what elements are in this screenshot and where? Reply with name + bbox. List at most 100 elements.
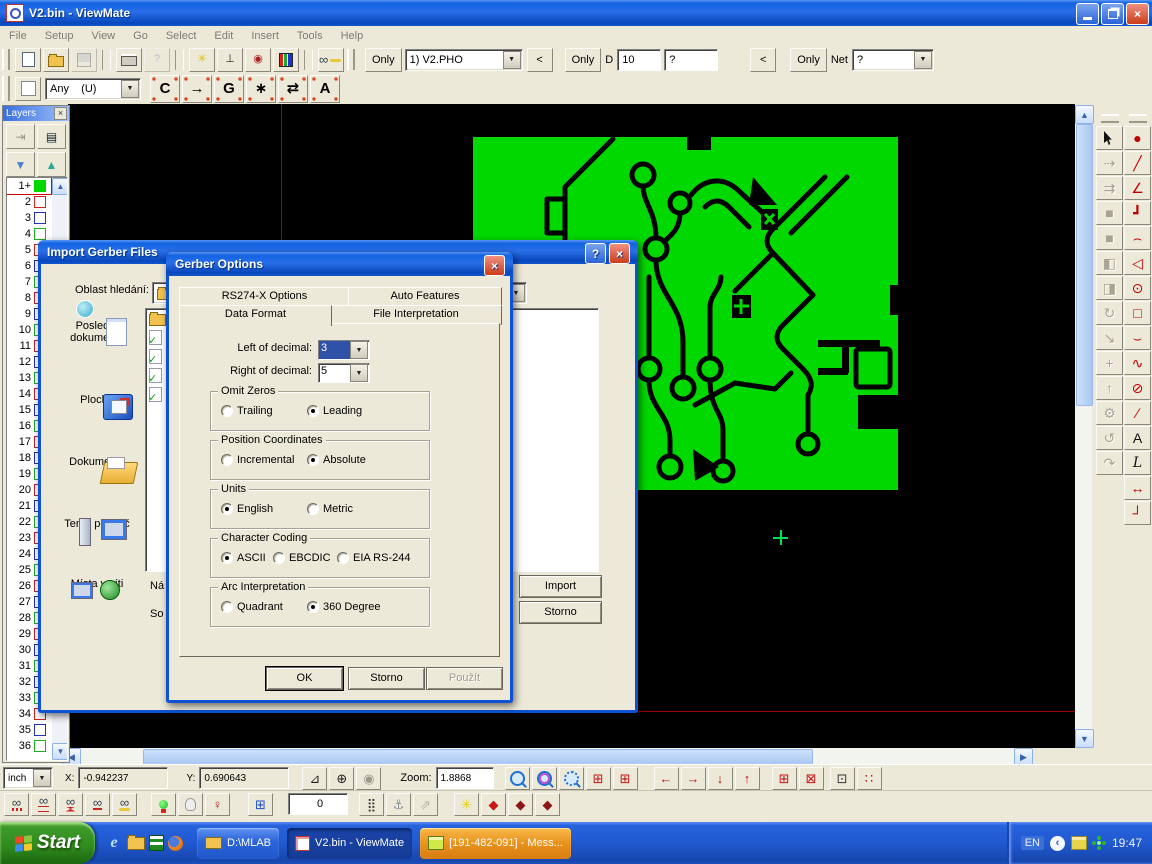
- select-points-icon[interactable]: ∷: [857, 767, 882, 790]
- only-dcode-button[interactable]: Only: [565, 48, 602, 72]
- firefox-icon[interactable]: [168, 836, 183, 851]
- apply-button[interactable]: Použít: [426, 667, 503, 690]
- tab-data-format[interactable]: Data Format: [179, 305, 332, 326]
- scroll-down-icon[interactable]: ▼: [1075, 729, 1094, 748]
- prev-layer-button[interactable]: <: [527, 48, 553, 72]
- dcode-wildcard-input[interactable]: ?: [664, 49, 718, 71]
- pad-select-icon[interactable]: ◆: [535, 793, 560, 816]
- chevron-down-icon[interactable]: ▼: [503, 51, 521, 69]
- pan-up-icon[interactable]: ↑: [735, 767, 760, 790]
- dcode-star-button[interactable]: ∗: [246, 75, 276, 103]
- angle-measure-icon[interactable]: ⊿: [302, 767, 327, 790]
- toolbar-grip[interactable]: [347, 49, 355, 71]
- layer-select-combo[interactable]: 1) V2.PHO▼: [405, 49, 523, 71]
- snap-pad-icon[interactable]: ◉: [245, 48, 271, 72]
- zoom-grid-in-icon[interactable]: ⊞: [772, 767, 797, 790]
- menu-insert[interactable]: Insert: [242, 28, 288, 44]
- layer-color-swatch[interactable]: [34, 740, 46, 752]
- rotate-icon[interactable]: ↻: [1096, 301, 1123, 325]
- selection-dots-icon[interactable]: [15, 77, 41, 101]
- mirror-h-icon[interactable]: ◧: [1096, 251, 1123, 275]
- dialog-close-button[interactable]: ×: [609, 243, 630, 264]
- tray-chevron-icon[interactable]: ‹: [1050, 836, 1065, 851]
- pan-down-icon[interactable]: ↓: [708, 767, 733, 790]
- view-arcs-icon[interactable]: ∞: [85, 793, 110, 816]
- view-lines-icon[interactable]: ∞: [31, 793, 56, 816]
- draw-curve-icon[interactable]: ∿: [1124, 351, 1151, 375]
- draw-label-icon[interactable]: L: [1124, 451, 1151, 475]
- draw-line-icon[interactable]: ╱: [1124, 151, 1151, 175]
- menu-setup[interactable]: Setup: [36, 28, 83, 44]
- help-book-icon[interactable]: [149, 835, 164, 851]
- layer-setup-icon[interactable]: ▤: [37, 124, 66, 149]
- layers-close-icon[interactable]: ×: [54, 107, 67, 120]
- draw-circle-icon[interactable]: ⊙: [1124, 276, 1151, 300]
- only-layer-button[interactable]: Only: [365, 48, 402, 72]
- highlight-on-icon[interactable]: [151, 793, 176, 816]
- dcode-g-button[interactable]: G: [214, 75, 244, 103]
- layer-row-1[interactable]: 1+: [7, 178, 51, 194]
- draw-hook-icon[interactable]: ┘: [1124, 501, 1151, 525]
- draw-text-icon[interactable]: A: [1124, 426, 1151, 450]
- draw-arc-point-icon[interactable]: ⌢: [1124, 226, 1151, 250]
- pan-right-icon[interactable]: →: [681, 767, 706, 790]
- highlight-flash-icon[interactable]: ✳: [189, 48, 215, 72]
- only-net-button[interactable]: Only: [790, 48, 827, 72]
- tab-auto-features[interactable]: Auto Features: [348, 287, 502, 307]
- vector-move-icon[interactable]: ⇗: [413, 793, 438, 816]
- menu-select[interactable]: Select: [157, 28, 206, 44]
- step-repeat-icon[interactable]: ↑: [1096, 376, 1123, 400]
- pan-left-icon[interactable]: ←: [654, 767, 679, 790]
- layers-scroll-up-icon[interactable]: ▲: [52, 178, 68, 195]
- zoom-grid-out-icon[interactable]: ⊠: [799, 767, 824, 790]
- start-button[interactable]: Start: [0, 822, 95, 864]
- redo-icon[interactable]: ↷: [1096, 451, 1123, 475]
- tile-windows-icon[interactable]: ⊞: [248, 793, 273, 816]
- vscroll-thumb[interactable]: [1076, 124, 1093, 406]
- menu-file[interactable]: File: [0, 28, 36, 44]
- highlight-outline-icon[interactable]: ♀: [205, 793, 230, 816]
- pointer-icon[interactable]: [1096, 126, 1123, 150]
- notes-tray-icon[interactable]: [1071, 836, 1087, 850]
- chevron-down-icon[interactable]: ▼: [350, 364, 368, 382]
- layer-color-swatch[interactable]: [34, 724, 46, 736]
- chevron-down-icon[interactable]: ▼: [350, 341, 368, 359]
- draw-ellipse-icon[interactable]: ⊘: [1124, 376, 1151, 400]
- move-layer-up-icon[interactable]: ▲: [37, 152, 66, 177]
- layer-row-36[interactable]: 36: [7, 738, 51, 754]
- highlight-off-icon[interactable]: [178, 793, 203, 816]
- view-dcodes-icon[interactable]: ∞: [4, 793, 29, 816]
- minimize-button[interactable]: [1076, 3, 1099, 25]
- menu-help[interactable]: Help: [332, 28, 373, 44]
- pad-small-icon[interactable]: ◆: [508, 793, 533, 816]
- save-icon[interactable]: [71, 48, 97, 72]
- resize-icon[interactable]: ↘: [1096, 326, 1123, 350]
- anchor-icon[interactable]: ⚓: [386, 793, 411, 816]
- layer-row-2[interactable]: 2: [7, 194, 51, 210]
- flash-pad-icon[interactable]: ◆: [481, 793, 506, 816]
- print-icon[interactable]: [116, 48, 142, 72]
- layer-color-swatch[interactable]: [34, 180, 46, 192]
- layer-color-swatch[interactable]: [34, 196, 46, 208]
- radio-quadrant[interactable]: Quadrant: [221, 601, 283, 613]
- draw-rect-icon[interactable]: □: [1124, 301, 1151, 325]
- menu-go[interactable]: Go: [124, 28, 157, 44]
- draw-pad-icon[interactable]: ●: [1124, 126, 1151, 150]
- folder-icon[interactable]: [149, 314, 166, 326]
- measure-glasses-icon[interactable]: ∞: [318, 48, 344, 72]
- new-file-icon[interactable]: [15, 48, 41, 72]
- checked-file-icon[interactable]: ✓: [149, 349, 162, 364]
- radio-ascii[interactable]: ASCII: [221, 552, 266, 564]
- dcode-swap-button[interactable]: ⇄: [278, 75, 308, 103]
- left-of-decimal-combo[interactable]: 3 ▼: [318, 340, 370, 360]
- view-all-icon[interactable]: ⊞: [613, 767, 638, 790]
- prev-dcode-button[interactable]: <: [750, 48, 776, 72]
- import-button[interactable]: Import: [519, 575, 602, 598]
- hscroll-thumb[interactable]: [143, 749, 813, 765]
- view-grid-icon[interactable]: ⊞: [586, 767, 611, 790]
- canvas-vscrollbar[interactable]: ▲ ▼: [1075, 105, 1092, 748]
- aperture-filter-combo[interactable]: Any (U)▼: [45, 78, 141, 100]
- gerber-cancel-button[interactable]: Storno: [348, 667, 425, 690]
- canvas-hscrollbar[interactable]: ◀ ▶: [62, 748, 1033, 764]
- view-pads-icon[interactable]: ∞: [58, 793, 83, 816]
